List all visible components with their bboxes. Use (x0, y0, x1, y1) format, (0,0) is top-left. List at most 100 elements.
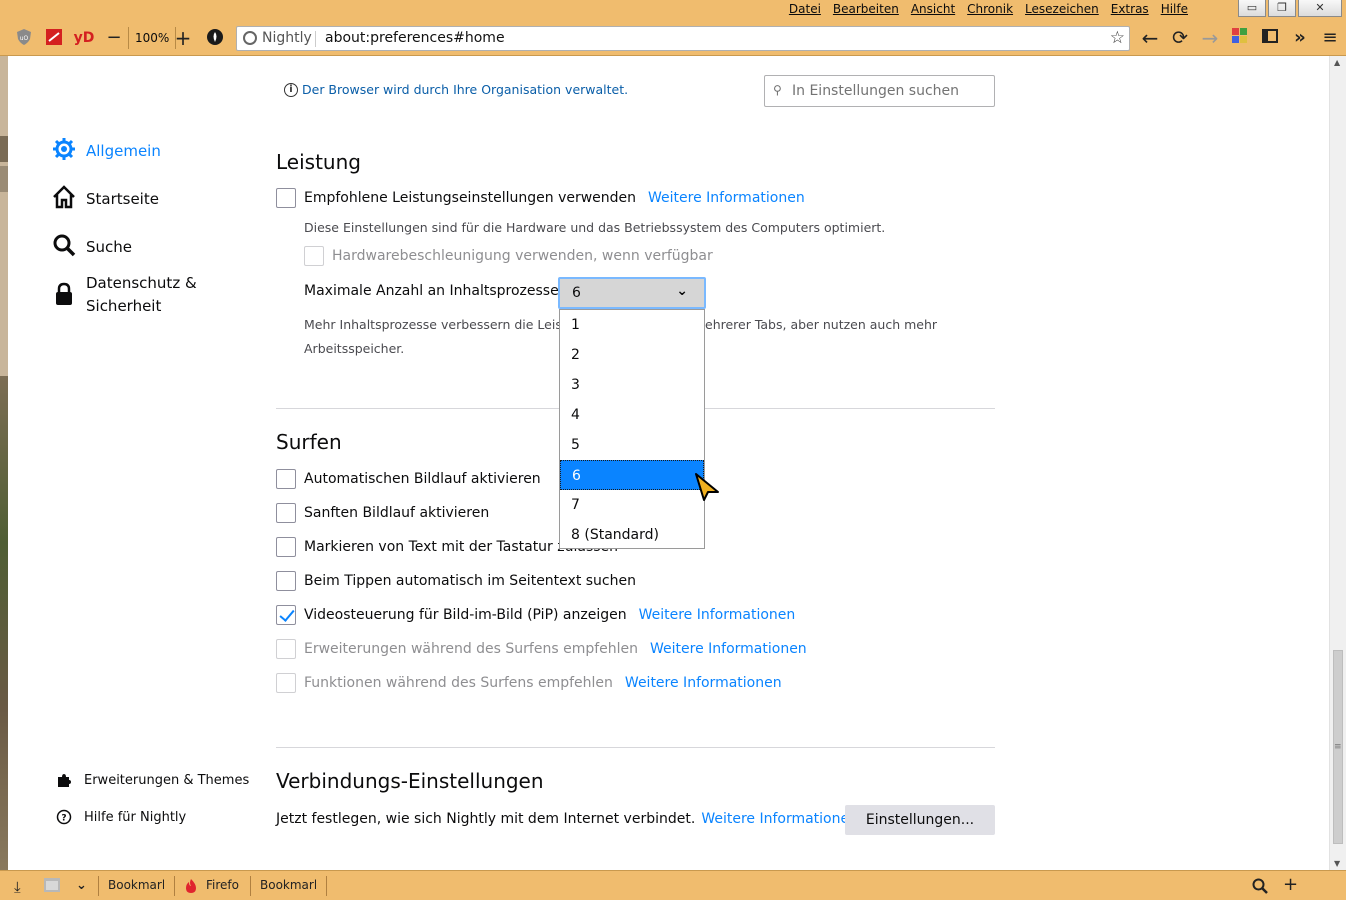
policy-notice-text[interactable]: Der Browser wird durch Ihre Organisation… (302, 82, 628, 97)
menu-lesezeichen[interactable]: Lesezeichen (1025, 2, 1099, 16)
yd-extension-icon[interactable]: yD (72, 28, 96, 48)
bookmarks-bottom-bar: ⤓ ⌄ Bookmark Firefo Bookmark + (0, 870, 1346, 900)
identity-box[interactable]: Nightly (243, 30, 312, 46)
smooth-scroll-label[interactable]: Sanften Bildlauf aktivieren (304, 505, 489, 521)
process-desc-line1-tail: ehrerer Tabs, aber nutzen auch mehr (705, 317, 938, 332)
menu-extras[interactable]: Extras (1111, 2, 1149, 16)
connection-desc: Jetzt festlegen, wie sich Nightly mit de… (276, 811, 696, 827)
dropdown-option[interactable]: 7 (560, 490, 704, 520)
menu-ansicht[interactable]: Ansicht (911, 2, 955, 16)
reload-icon[interactable]: ⟳ (1170, 28, 1190, 48)
sidebar-item-extensions[interactable]: Erweiterungen & Themes (56, 772, 249, 788)
sidebar-item-allgemein[interactable]: Allgemein (52, 137, 161, 165)
smooth-scroll-checkbox[interactable] (276, 503, 296, 523)
bookmark-item[interactable]: Bookmark (108, 878, 164, 892)
scroll-down-icon[interactable]: ▼ (1334, 859, 1340, 868)
vertical-scrollbar[interactable]: ▲ ≡ ▼ (1329, 56, 1346, 870)
process-count-value: 6 (572, 285, 581, 301)
recommend-features-checkbox[interactable] (276, 673, 296, 693)
autoscroll-checkbox[interactable] (276, 469, 296, 489)
pip-controls-link[interactable]: Weitere Informationen (639, 607, 796, 623)
menu-hilfe[interactable]: Hilfe (1161, 2, 1188, 16)
menu-bearbeiten[interactable]: Bearbeiten (833, 2, 899, 16)
zoom-level[interactable]: 100% (128, 27, 177, 49)
recommended-perf-checkbox[interactable] (276, 188, 296, 208)
find-as-you-type-label[interactable]: Beim Tippen automatisch im Seitentext su… (304, 573, 636, 589)
sidebar-footer-label: Erweiterungen & Themes (84, 772, 250, 788)
svg-text:?: ? (61, 814, 66, 824)
recommend-features-label[interactable]: Funktionen während des Surfens empfehlen (304, 675, 613, 691)
autoscroll-label[interactable]: Automatischen Bildlauf aktivieren (304, 471, 541, 487)
recommend-extensions-label[interactable]: Erweiterungen während des Surfens empfeh… (304, 641, 638, 657)
ublock-icon[interactable]: uO (14, 28, 34, 48)
menu-chronik[interactable]: Chronik (967, 2, 1013, 16)
caret-browsing-checkbox[interactable] (276, 537, 296, 557)
dropdown-option-selected[interactable]: 6 (560, 460, 704, 490)
dropdown-option[interactable]: 4 (560, 400, 704, 430)
overflow-chevron-icon[interactable]: » (1290, 28, 1310, 48)
add-icon[interactable]: + (1283, 874, 1298, 895)
pip-controls-checkbox[interactable] (276, 605, 296, 625)
info-icon: i (284, 82, 298, 97)
zoom-in-button[interactable]: + (173, 28, 193, 48)
bar-separator (326, 876, 327, 896)
find-as-you-type-checkbox[interactable] (276, 571, 296, 591)
menu-datei[interactable]: Datei (789, 2, 821, 16)
dropdown-option[interactable]: 5 (560, 430, 704, 460)
sidebar-label-line1: Datenschutz & (86, 274, 197, 292)
bookmark-item[interactable]: Firefo (206, 878, 240, 892)
dropdown-option[interactable]: 3 (560, 370, 704, 400)
bookmark-item[interactable]: Bookmark (260, 878, 316, 892)
section-heading-surfen: Surfen (276, 430, 342, 454)
policy-notice[interactable]: i Der Browser wird durch Ihre Organisati… (284, 82, 628, 97)
dropdown-option[interactable]: 1 (560, 310, 704, 340)
connection-link[interactable]: Weitere Informationen (701, 811, 858, 827)
recommended-perf-link[interactable]: Weitere Informationen (648, 190, 805, 206)
mouse-cursor-icon (694, 472, 724, 502)
process-count-label: Maximale Anzahl an Inhaltsprozessen (304, 283, 568, 299)
recommend-extensions-checkbox[interactable] (276, 639, 296, 659)
download-icon[interactable]: ⤓ (14, 878, 21, 896)
sidebar-item-suche[interactable]: Suche (52, 233, 132, 261)
sidebar-item-startseite[interactable]: Startseite (52, 185, 159, 213)
url-bar[interactable]: Nightly about:preferences#home ☆ (236, 26, 1130, 51)
menu-items: Datei Bearbeiten Ansicht Chronik Lesezei… (789, 2, 1188, 16)
recommend-extensions-row: Erweiterungen während des Surfens empfeh… (276, 639, 807, 659)
pip-controls-label[interactable]: Videosteuerung für Bild-im-Bild (PiP) an… (304, 607, 627, 623)
url-text[interactable]: about:preferences#home (325, 30, 505, 46)
nightly-logo-icon (243, 31, 257, 45)
smooth-scroll-row: Sanften Bildlauf aktivieren (276, 503, 489, 523)
bar-separator (98, 876, 99, 896)
dropdown-option[interactable]: 2 (560, 340, 704, 370)
hw-accel-label[interactable]: Hardwarebeschleunigung verwenden, wenn v… (332, 248, 713, 264)
bookmark-star-icon[interactable]: ☆ (1110, 28, 1125, 48)
tracking-icon[interactable] (205, 28, 225, 48)
pdf-icon[interactable] (44, 28, 64, 48)
search-icon[interactable] (1252, 878, 1268, 897)
minimize-button[interactable]: ▭ (1238, 0, 1266, 17)
dropdown-option[interactable]: 8 (Standard) (560, 520, 704, 550)
hw-accel-checkbox[interactable] (304, 246, 324, 266)
preferences-search-input[interactable]: ⚲ In Einstellungen suchen (764, 75, 995, 107)
sidebar-item-datenschutz[interactable]: Datenschutz & Sicherheit (52, 272, 197, 318)
preferences-content: i Der Browser wird durch Ihre Organisati… (8, 56, 1329, 870)
close-button[interactable]: ✕ (1298, 0, 1342, 17)
process-count-dropdown: 1 2 3 4 5 6 7 8 (Standard) (559, 309, 705, 549)
sidebar-toggle-icon[interactable] (1260, 28, 1280, 48)
restore-button[interactable]: ❐ (1268, 0, 1296, 17)
scroll-up-icon[interactable]: ▲ (1334, 58, 1340, 67)
process-desc-line1: Mehr Inhaltsprozesse verbessern die Leis… (304, 317, 567, 332)
process-count-select[interactable]: 6 ⌄ (558, 277, 706, 309)
recommend-extensions-link[interactable]: Weitere Informationen (650, 641, 807, 657)
zoom-out-button[interactable]: − (104, 28, 124, 48)
sidebar-item-help[interactable]: ? Hilfe für Nightly (56, 809, 186, 825)
forward-arrow-icon[interactable]: → (1200, 28, 1220, 48)
recommend-features-link[interactable]: Weitere Informationen (625, 675, 782, 691)
chevron-down-icon[interactable]: ⌄ (76, 878, 87, 893)
window-icon[interactable] (44, 878, 60, 895)
back-arrow-icon[interactable]: ← (1140, 28, 1160, 48)
hamburger-menu-icon[interactable]: ≡ (1320, 28, 1340, 48)
multicolor-extension-icon[interactable] (1230, 28, 1250, 48)
connection-settings-button[interactable]: Einstellungen... (845, 805, 995, 835)
recommended-perf-label[interactable]: Empfohlene Leistungseinstellungen verwen… (304, 190, 636, 206)
